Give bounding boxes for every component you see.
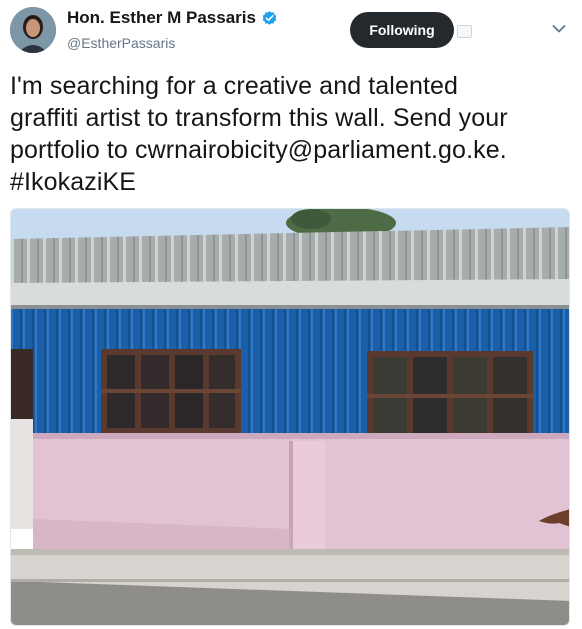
author-display-name[interactable]: Hon. Esther M Passaris (67, 8, 256, 28)
avatar-image (10, 7, 56, 53)
notification-icon[interactable] (457, 25, 472, 38)
tweet-photo[interactable] (10, 208, 570, 626)
avatar[interactable] (10, 7, 56, 53)
verified-badge-icon (261, 10, 278, 27)
author-handle[interactable]: @EstherPassaris (67, 35, 175, 51)
tweet-header: Hon. Esther M Passaris @EstherPassaris F… (0, 0, 582, 60)
chevron-down-icon[interactable] (552, 24, 566, 34)
following-button[interactable]: Following (350, 12, 454, 48)
author-name-row: Hon. Esther M Passaris (67, 8, 278, 28)
tweet-text: I'm searching for a creative and talente… (10, 72, 508, 196)
photo-building-wall (11, 209, 569, 625)
